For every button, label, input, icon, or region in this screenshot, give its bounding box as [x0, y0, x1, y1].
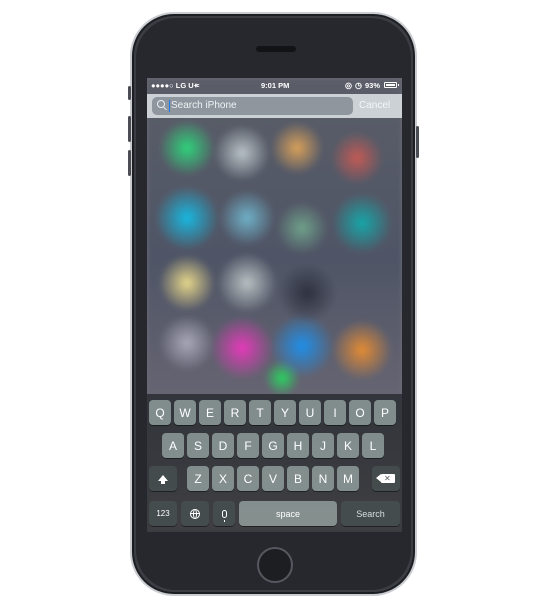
- key-a[interactable]: A: [162, 433, 184, 458]
- key-m[interactable]: M: [337, 466, 359, 491]
- search-placeholder: Search iPhone: [171, 100, 237, 111]
- key-u[interactable]: U: [299, 400, 321, 425]
- rotation-lock-icon: ◎: [345, 81, 352, 90]
- key-r[interactable]: R: [224, 400, 246, 425]
- power-button: [416, 126, 419, 158]
- wifi-icon: ≈: [195, 81, 200, 90]
- space-bar[interactable]: space: [239, 501, 337, 526]
- key-d[interactable]: D: [212, 433, 234, 458]
- key-g[interactable]: G: [262, 433, 284, 458]
- key-c[interactable]: C: [237, 466, 259, 491]
- onscreen-keyboard: Q W E R T Y U I O P A S D F G H J K L Z …: [147, 394, 402, 532]
- dictation-key[interactable]: [213, 501, 235, 526]
- key-v[interactable]: V: [262, 466, 284, 491]
- search-key[interactable]: Search: [341, 501, 400, 526]
- volume-down-button: [128, 150, 131, 176]
- search-input[interactable]: Search iPhone: [152, 97, 353, 115]
- status-bar: ●●●●○ LG U+ ≈ 9:01 PM ◎ ◷ 93%: [147, 78, 402, 94]
- key-o[interactable]: O: [349, 400, 371, 425]
- alarm-icon: ◷: [355, 81, 362, 90]
- text-cursor: [169, 100, 170, 112]
- key-i[interactable]: I: [324, 400, 346, 425]
- mute-switch: [128, 86, 131, 100]
- spotlight-search-bar: Search iPhone Cancel: [147, 94, 402, 118]
- key-w[interactable]: W: [174, 400, 196, 425]
- phone-screen: ●●●●○ LG U+ ≈ 9:01 PM ◎ ◷ 93% Search iPh…: [147, 78, 402, 532]
- key-e[interactable]: E: [199, 400, 221, 425]
- carrier-signal: ●●●●○ LG U+: [151, 81, 199, 90]
- key-l[interactable]: L: [362, 433, 384, 458]
- home-button[interactable]: [257, 547, 293, 583]
- delete-key[interactable]: [372, 466, 400, 491]
- key-j[interactable]: J: [312, 433, 334, 458]
- battery-icon: [384, 82, 399, 88]
- shift-icon: [158, 474, 168, 484]
- key-q[interactable]: Q: [149, 400, 171, 425]
- key-t[interactable]: T: [249, 400, 271, 425]
- key-z[interactable]: Z: [187, 466, 209, 491]
- cancel-button[interactable]: Cancel: [359, 100, 390, 111]
- shift-key[interactable]: [149, 466, 177, 491]
- status-time: 9:01 PM: [261, 81, 290, 90]
- key-h[interactable]: H: [287, 433, 309, 458]
- key-p[interactable]: P: [374, 400, 396, 425]
- numbers-key[interactable]: 123: [149, 501, 177, 526]
- backspace-icon: [376, 473, 395, 484]
- globe-key[interactable]: [181, 501, 209, 526]
- microphone-icon: [221, 509, 227, 522]
- key-k[interactable]: K: [337, 433, 359, 458]
- key-f[interactable]: F: [237, 433, 259, 458]
- volume-up-button: [128, 116, 131, 142]
- key-x[interactable]: X: [212, 466, 234, 491]
- key-s[interactable]: S: [187, 433, 209, 458]
- key-b[interactable]: B: [287, 466, 309, 491]
- key-y[interactable]: Y: [274, 400, 296, 425]
- search-icon: [157, 100, 165, 108]
- globe-icon: [190, 508, 200, 519]
- earpiece-speaker: [256, 46, 296, 52]
- key-n[interactable]: N: [312, 466, 334, 491]
- battery-percent: 93%: [365, 81, 381, 90]
